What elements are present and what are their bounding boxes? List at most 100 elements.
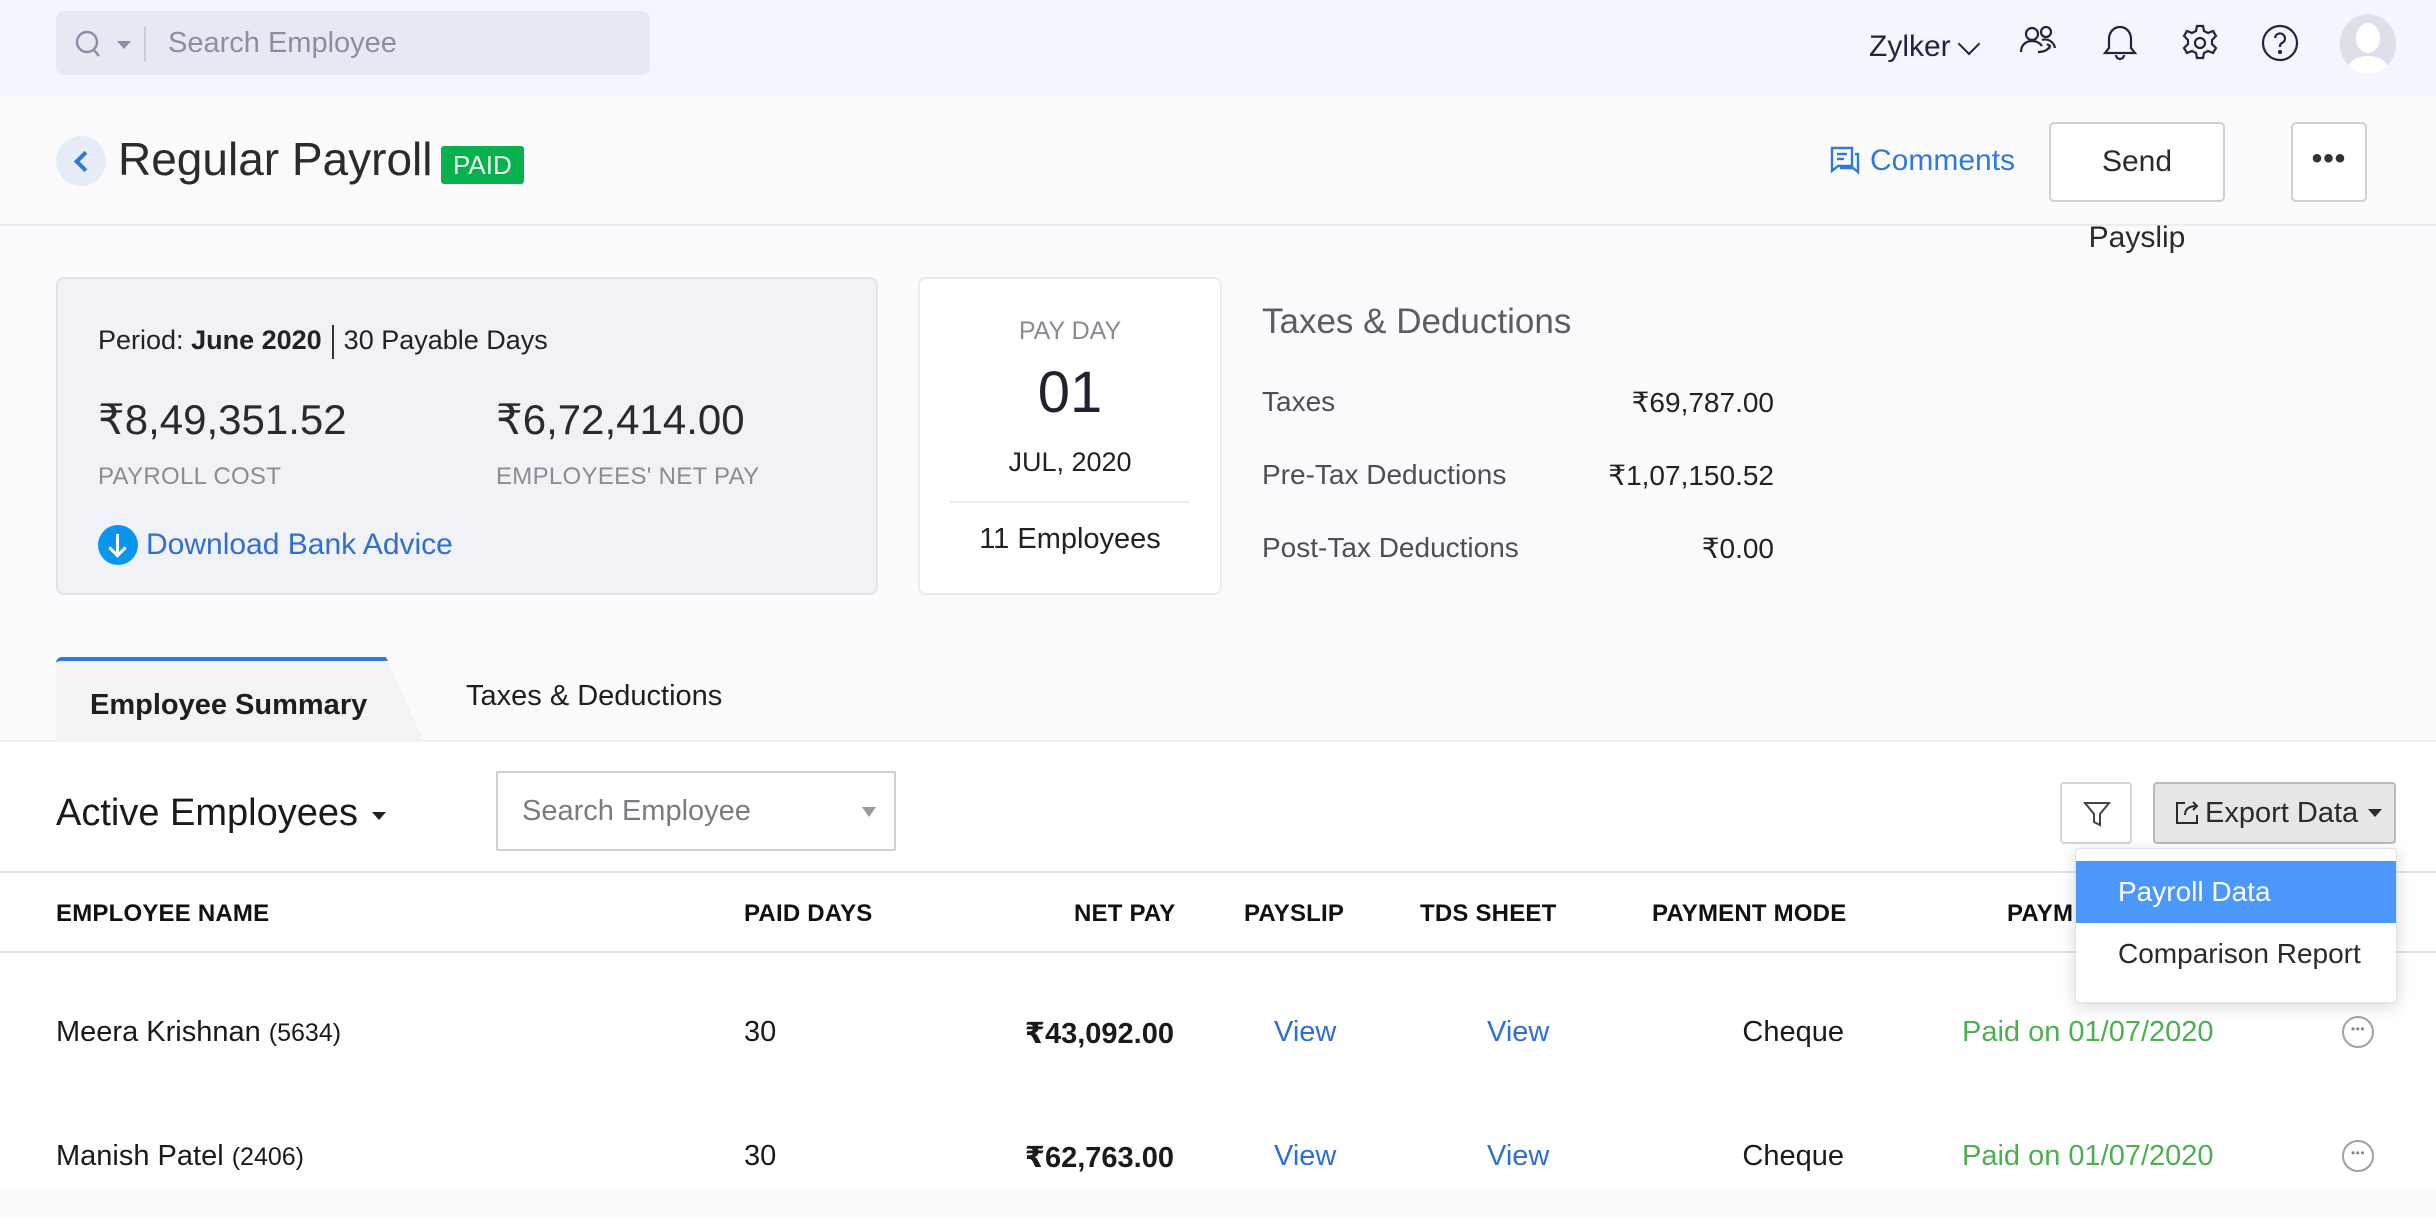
tab-taxes-deductions[interactable]: Taxes & Deductions [466,680,722,713]
payroll-cost-label: PAYROLL COST [98,463,282,490]
bell-icon[interactable] [2099,22,2141,64]
period-info: Period: June 2020 30 Payable Days [98,325,548,359]
page-title: Regular Payroll [118,133,433,185]
global-search[interactable]: Search Employee [56,11,650,75]
employee-id: (2406) [231,1143,304,1171]
export-data-label: Export Data [2205,796,2359,829]
caret-down-icon [862,807,876,817]
payslip-view-link[interactable]: View [1274,1140,1336,1173]
tax-row-label: Taxes [1262,386,1336,417]
caret-down-icon [2368,809,2383,817]
comments-label: Comments [1870,144,2016,177]
row-more-icon[interactable]: ••• [2342,1016,2374,1048]
download-icon [98,525,138,565]
top-bar: Search Employee Zylker [0,0,2436,96]
column-header[interactable]: TDS SHEET [1420,900,1556,928]
employee-id: (5634) [268,1019,342,1047]
chevron-down-icon [1957,32,1980,56]
payslip-view-link[interactable]: View [1274,1016,1336,1049]
column-header[interactable]: PAYM [2007,900,2073,928]
pay-day-month-year: JUL, 2020 [1008,447,1132,477]
employee-count: 11 Employees [979,523,1161,555]
table-row: Meera Krishnan (5634) 30 ₹43,092.00 View… [0,970,2436,1094]
employee-search-placeholder: Search Employee [522,795,751,827]
payment-mode: Cheque [1742,1016,1844,1048]
column-header[interactable]: EMPLOYEE NAME [56,900,269,928]
filter-button[interactable] [2060,782,2132,844]
tax-row-value: ₹69,787.00 [1631,387,1774,418]
column-header[interactable]: NET PAY [1074,900,1175,928]
tax-row-value: ₹0.00 [1701,533,1774,564]
payment-mode: Cheque [1742,1140,1844,1172]
users-switch-icon[interactable] [2018,22,2060,64]
payment-status: Paid on 01/07/2020 [1962,1140,2214,1172]
send-payslip-button[interactable]: Send Payslip [2049,122,2225,254]
gear-icon[interactable] [2179,22,2221,64]
employee-view-dropdown[interactable]: Active Employees [56,792,387,835]
filter-icon [2082,802,2112,827]
net-pay: ₹43,092.00 [1024,1018,1174,1050]
divider [950,501,1190,503]
paid-days: 30 [744,1016,777,1048]
org-switcher[interactable]: Zylker [1869,30,1980,64]
comments-link[interactable]: Comments [1828,144,2015,178]
table-header: EMPLOYEE NAME PAID DAYS NET PAY PAYSLIP … [0,871,2436,953]
more-options-button[interactable]: ••• [2291,122,2367,202]
tab-label: Employee Summary [90,689,368,721]
column-header[interactable]: PAYSLIP [1244,900,1344,928]
employee-view-label: Active Employees [56,792,359,834]
net-pay-value: ₹6,72,414.00 [496,396,745,443]
tax-row-value: ₹1,07,150.52 [1608,460,1774,491]
tax-row: Taxes ₹69,787.00 [1262,386,1774,419]
menu-item-comparison-report[interactable]: Comparison Report [2076,923,2396,985]
paid-days: 30 [744,1140,777,1172]
menu-item-payroll-data[interactable]: Payroll Data [2076,861,2396,923]
export-data-button[interactable]: Export Data [2153,782,2396,844]
tax-row: Pre-Tax Deductions ₹1,07,150.52 [1262,459,1774,492]
period-value: June 2020 [191,325,322,356]
pay-day-label: PAY DAY [1018,317,1122,345]
employee-name-text: Manish Patel [56,1140,224,1172]
column-header[interactable]: PAID DAYS [744,900,873,928]
payroll-cost-value: ₹8,49,351.52 [98,396,347,443]
divider [331,325,334,359]
status-badge: PAID [441,146,524,184]
employee-name-text: Meera Krishnan [56,1016,261,1048]
download-bank-advice-label: Download Bank Advice [146,528,453,561]
search-icon [75,30,100,57]
column-header[interactable]: PAYMENT MODE [1652,900,1846,928]
tax-row-label: Pre-Tax Deductions [1262,459,1507,490]
page-header: Regular Payroll PAID Comments Send Paysl… [0,96,2436,254]
tax-row: Post-Tax Deductions ₹0.00 [1262,532,1774,565]
org-name: Zylker [1869,30,1951,63]
tab-employee-summary[interactable]: Employee Summary [56,657,424,742]
download-bank-advice-link[interactable]: Download Bank Advice [98,525,453,565]
pay-day-card: PAY DAY 01 JUL, 2020 11 Employees [918,277,1222,595]
payable-days: 30 Payable Days [343,325,548,356]
avatar[interactable] [2340,14,2396,74]
caret-down-icon [372,811,387,820]
tax-row-label: Post-Tax Deductions [1262,532,1519,563]
employee-search-select[interactable]: Search Employee [496,771,896,851]
divider [144,27,146,61]
net-pay: ₹62,763.00 [1024,1142,1174,1174]
export-dropdown-menu: Payroll Data Comparison Report [2075,848,2397,1003]
period-label: Period: [98,325,184,356]
table-row: Manish Patel (2406) 30 ₹62,763.00 View V… [0,1094,2436,1218]
search-scope-dropdown-icon[interactable] [117,41,131,49]
payment-status: Paid on 01/07/2020 [1962,1016,2214,1048]
comments-icon [1830,146,1860,175]
tds-sheet-view-link[interactable]: View [1487,1016,1549,1049]
tds-sheet-view-link[interactable]: View [1487,1140,1549,1173]
global-search-input[interactable]: Search Employee [168,11,397,75]
payroll-summary-card: Period: June 2020 30 Payable Days ₹8,49,3… [56,277,878,595]
export-icon [2176,801,2199,824]
taxes-deductions-title: Taxes & Deductions [1262,302,1572,341]
back-button[interactable] [56,136,106,186]
employee-name[interactable]: Manish Patel (2406) [56,1140,304,1173]
net-pay-label: EMPLOYEES' NET PAY [496,463,760,490]
help-icon[interactable] [2259,22,2301,64]
row-more-icon[interactable]: ••• [2342,1140,2374,1172]
employee-name[interactable]: Meera Krishnan (5634) [56,1016,341,1049]
pay-day-date: 01 [1037,360,1103,425]
